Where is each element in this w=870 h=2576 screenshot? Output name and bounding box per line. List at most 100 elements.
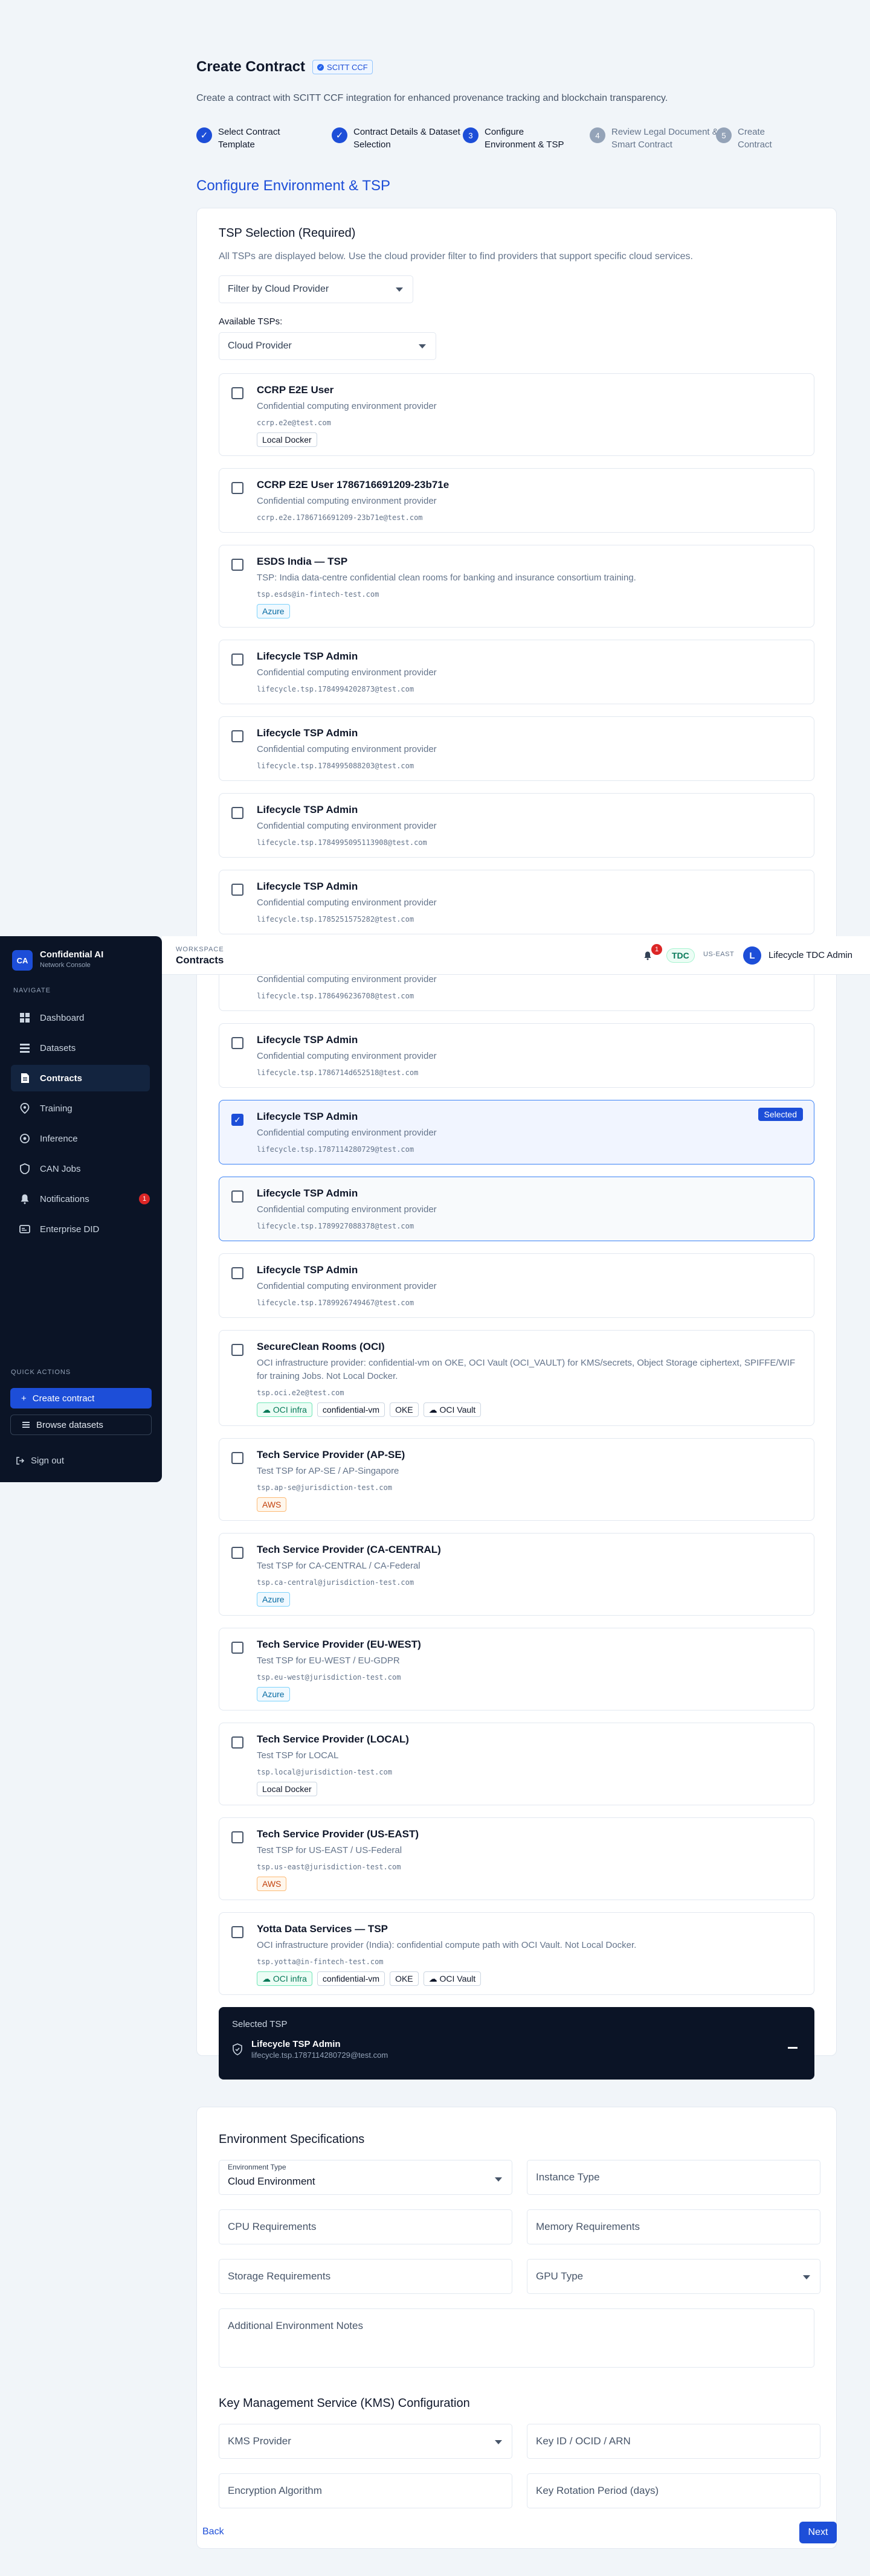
cpu-requirements-input[interactable]: CPU Requirements	[219, 2209, 512, 2244]
key-id-input[interactable]: Key ID / OCID / ARN	[527, 2424, 820, 2459]
step-number: 4	[590, 127, 605, 143]
sidebar-item-training[interactable]: Training	[11, 1095, 150, 1122]
tsp-option[interactable]: CCRP E2E User 1786716691209-23b71e Confid…	[219, 468, 814, 533]
tsp-option[interactable]: Lifecycle TSP Admin Confidential computin…	[219, 870, 814, 934]
tsp-checkbox[interactable]	[231, 1926, 243, 1938]
tsp-option[interactable]: Lifecycle TSP Admin Confidential computin…	[219, 1253, 814, 1318]
bell-icon[interactable]	[643, 951, 652, 960]
org-chip[interactable]: TDC	[666, 948, 695, 963]
tsp-option[interactable]: ESDS India — TSP TSP: India data-centre c…	[219, 545, 814, 628]
sidebar-item-can-jobs[interactable]: CAN Jobs	[11, 1155, 150, 1182]
step-label: Select Contract Template	[218, 126, 280, 151]
tsp-tags: Azure	[257, 1687, 802, 1701]
filter-placeholder: Filter by Cloud Provider	[228, 284, 329, 294]
selected-tsp-label: Selected TSP	[232, 2019, 288, 2029]
tsp-name: Lifecycle TSP Admin	[257, 650, 358, 662]
tsp-option[interactable]: Tech Service Provider (US-EAST) Test TSP …	[219, 1817, 814, 1900]
step-label-line: Selection	[353, 140, 391, 150]
tsp-checkbox[interactable]	[231, 1642, 243, 1654]
tsp-name: Lifecycle TSP Admin	[257, 804, 358, 815]
brand-logo[interactable]: CA	[12, 950, 33, 971]
tsp-checkbox[interactable]	[231, 482, 243, 494]
tsp-checkbox[interactable]	[231, 884, 243, 896]
cloud-provider-select[interactable]: Cloud Provider	[219, 332, 436, 360]
step-1[interactable]: ✓ Select Contract Template	[196, 126, 280, 151]
tsp-option[interactable]: Tech Service Provider (EU-WEST) Test TSP …	[219, 1628, 814, 1710]
tsp-tag: confidential-vm	[317, 1971, 385, 1986]
tsp-checkbox[interactable]	[231, 1547, 243, 1559]
tsp-description: Test TSP for EU-WEST / EU-GDPR	[257, 1656, 400, 1666]
environment-notes-textarea[interactable]: Additional Environment Notes	[219, 2308, 814, 2368]
tsp-option[interactable]: Yotta Data Services — TSP OCI infrastruct…	[219, 1912, 814, 1995]
tsp-checkbox[interactable]	[231, 387, 243, 399]
tsp-option[interactable]: SecureClean Rooms (OCI) OCI infrastructur…	[219, 1330, 814, 1426]
brand-name: Confidential AI	[40, 949, 104, 960]
tsp-option[interactable]: Lifecycle TSP Admin Confidential computin…	[219, 1177, 814, 1241]
sidebar-item-enterprise-did[interactable]: Enterprise DID	[11, 1216, 150, 1242]
next-button[interactable]: Next	[799, 2522, 837, 2543]
tsp-description: Confidential computing environment provi…	[257, 667, 437, 678]
tsp-option[interactable]: Tech Service Provider (AP-SE) Test TSP fo…	[219, 1438, 814, 1521]
storage-requirements-input[interactable]: Storage Requirements	[219, 2259, 512, 2294]
sidebar: CA Confidential AI Network Console NAVIG…	[0, 936, 162, 1482]
badge-label: SCITT CCF	[327, 62, 368, 72]
step-4[interactable]: 4 Review Legal Document & Smart Contract	[590, 126, 718, 151]
user-name[interactable]: Lifecycle TDC Admin	[768, 950, 870, 960]
tsp-email: tsp.us-east@jurisdiction-test.com	[257, 1863, 401, 1871]
create-contract-button[interactable]: + Create contract	[10, 1388, 152, 1408]
browse-datasets-button[interactable]: Browse datasets	[10, 1415, 152, 1435]
sidebar-item-notifications[interactable]: Notifications 1	[11, 1186, 150, 1212]
shield-icon	[20, 1163, 30, 1174]
tsp-checkbox[interactable]	[231, 559, 243, 571]
tsp-checkbox[interactable]	[231, 1831, 243, 1843]
plus-icon: +	[21, 1393, 27, 1404]
step-5[interactable]: 5 Create Contract	[716, 126, 772, 151]
sidebar-item-inference[interactable]: Inference	[11, 1125, 150, 1152]
tsp-checkbox[interactable]	[231, 730, 243, 742]
sign-out-button[interactable]: Sign out	[16, 1456, 64, 1466]
kms-title: Key Management Service (KMS) Configurati…	[219, 2397, 470, 2410]
collapse-icon[interactable]	[788, 2047, 798, 2049]
tsp-option[interactable]: Lifecycle TSP Admin Confidential computin…	[219, 1023, 814, 1088]
encryption-algorithm-input[interactable]: Encryption Algorithm	[219, 2473, 512, 2508]
cloud-provider-filter[interactable]: Filter by Cloud Provider	[219, 275, 413, 303]
sidebar-item-dashboard[interactable]: Dashboard	[11, 1004, 150, 1031]
environment-grid: Environment Type Cloud Environment Insta…	[219, 2160, 820, 2308]
rotation-placeholder: Key Rotation Period (days)	[536, 2485, 659, 2496]
tsp-email: lifecycle.tsp.1784995095113908@test.com	[257, 838, 427, 847]
tsp-tags: ☁ OCI infra confidential-vm OKE ☁ OCI Vault	[257, 1971, 802, 1986]
tsp-checkbox[interactable]	[231, 1736, 243, 1749]
tsp-email: lifecycle.tsp.1789926749467@test.com	[257, 1299, 414, 1307]
tsp-checkbox[interactable]	[231, 1037, 243, 1049]
instance-type-input[interactable]: Instance Type	[527, 2160, 820, 2195]
memory-requirements-input[interactable]: Memory Requirements	[527, 2209, 820, 2244]
tsp-tag: ☁ OCI Vault	[423, 1971, 482, 1986]
tsp-option[interactable]: Lifecycle TSP Admin Confidential computin…	[219, 640, 814, 704]
environment-type-select[interactable]: Environment Type Cloud Environment	[219, 2160, 512, 2195]
tsp-checkbox[interactable]	[231, 807, 243, 819]
tsp-option[interactable]: Lifecycle TSP Admin Confidential computin…	[219, 716, 814, 781]
tsp-checkbox[interactable]	[231, 1452, 243, 1464]
tsp-checkbox[interactable]	[231, 1190, 243, 1203]
tsp-option[interactable]: CCRP E2E User Confidential computing envi…	[219, 373, 814, 456]
tsp-option[interactable]: ✓ Lifecycle TSP Admin Confidential computi…	[219, 1100, 814, 1164]
sidebar-item-contracts[interactable]: Contracts	[11, 1065, 150, 1091]
sidebar-item-datasets[interactable]: Datasets	[11, 1035, 150, 1061]
step-2[interactable]: ✓ Contract Details & Dataset Selection	[332, 126, 460, 151]
avatar[interactable]: L	[743, 946, 761, 965]
key-rotation-input[interactable]: Key Rotation Period (days)	[527, 2473, 820, 2508]
tsp-checkbox[interactable]: ✓	[231, 1114, 243, 1126]
kms-provider-select[interactable]: KMS Provider	[219, 2424, 512, 2459]
gpu-type-select[interactable]: GPU Type	[527, 2259, 820, 2294]
tsp-option[interactable]: Tech Service Provider (CA-CENTRAL) Test T…	[219, 1533, 814, 1616]
tsp-checkbox[interactable]	[231, 1344, 243, 1356]
tsp-name: SecureClean Rooms (OCI)	[257, 1341, 385, 1352]
available-tsps-label: Available TSPs:	[219, 316, 283, 327]
tsp-option[interactable]: Tech Service Provider (LOCAL) Test TSP fo…	[219, 1723, 814, 1805]
step-3[interactable]: 3 Configure Environment & TSP	[463, 126, 564, 151]
tsp-description: Confidential computing environment provi…	[257, 401, 437, 411]
tsp-checkbox[interactable]	[231, 1267, 243, 1279]
back-button[interactable]: Back	[202, 2526, 224, 2537]
tsp-checkbox[interactable]	[231, 654, 243, 666]
tsp-option[interactable]: Lifecycle TSP Admin Confidential computin…	[219, 793, 814, 858]
